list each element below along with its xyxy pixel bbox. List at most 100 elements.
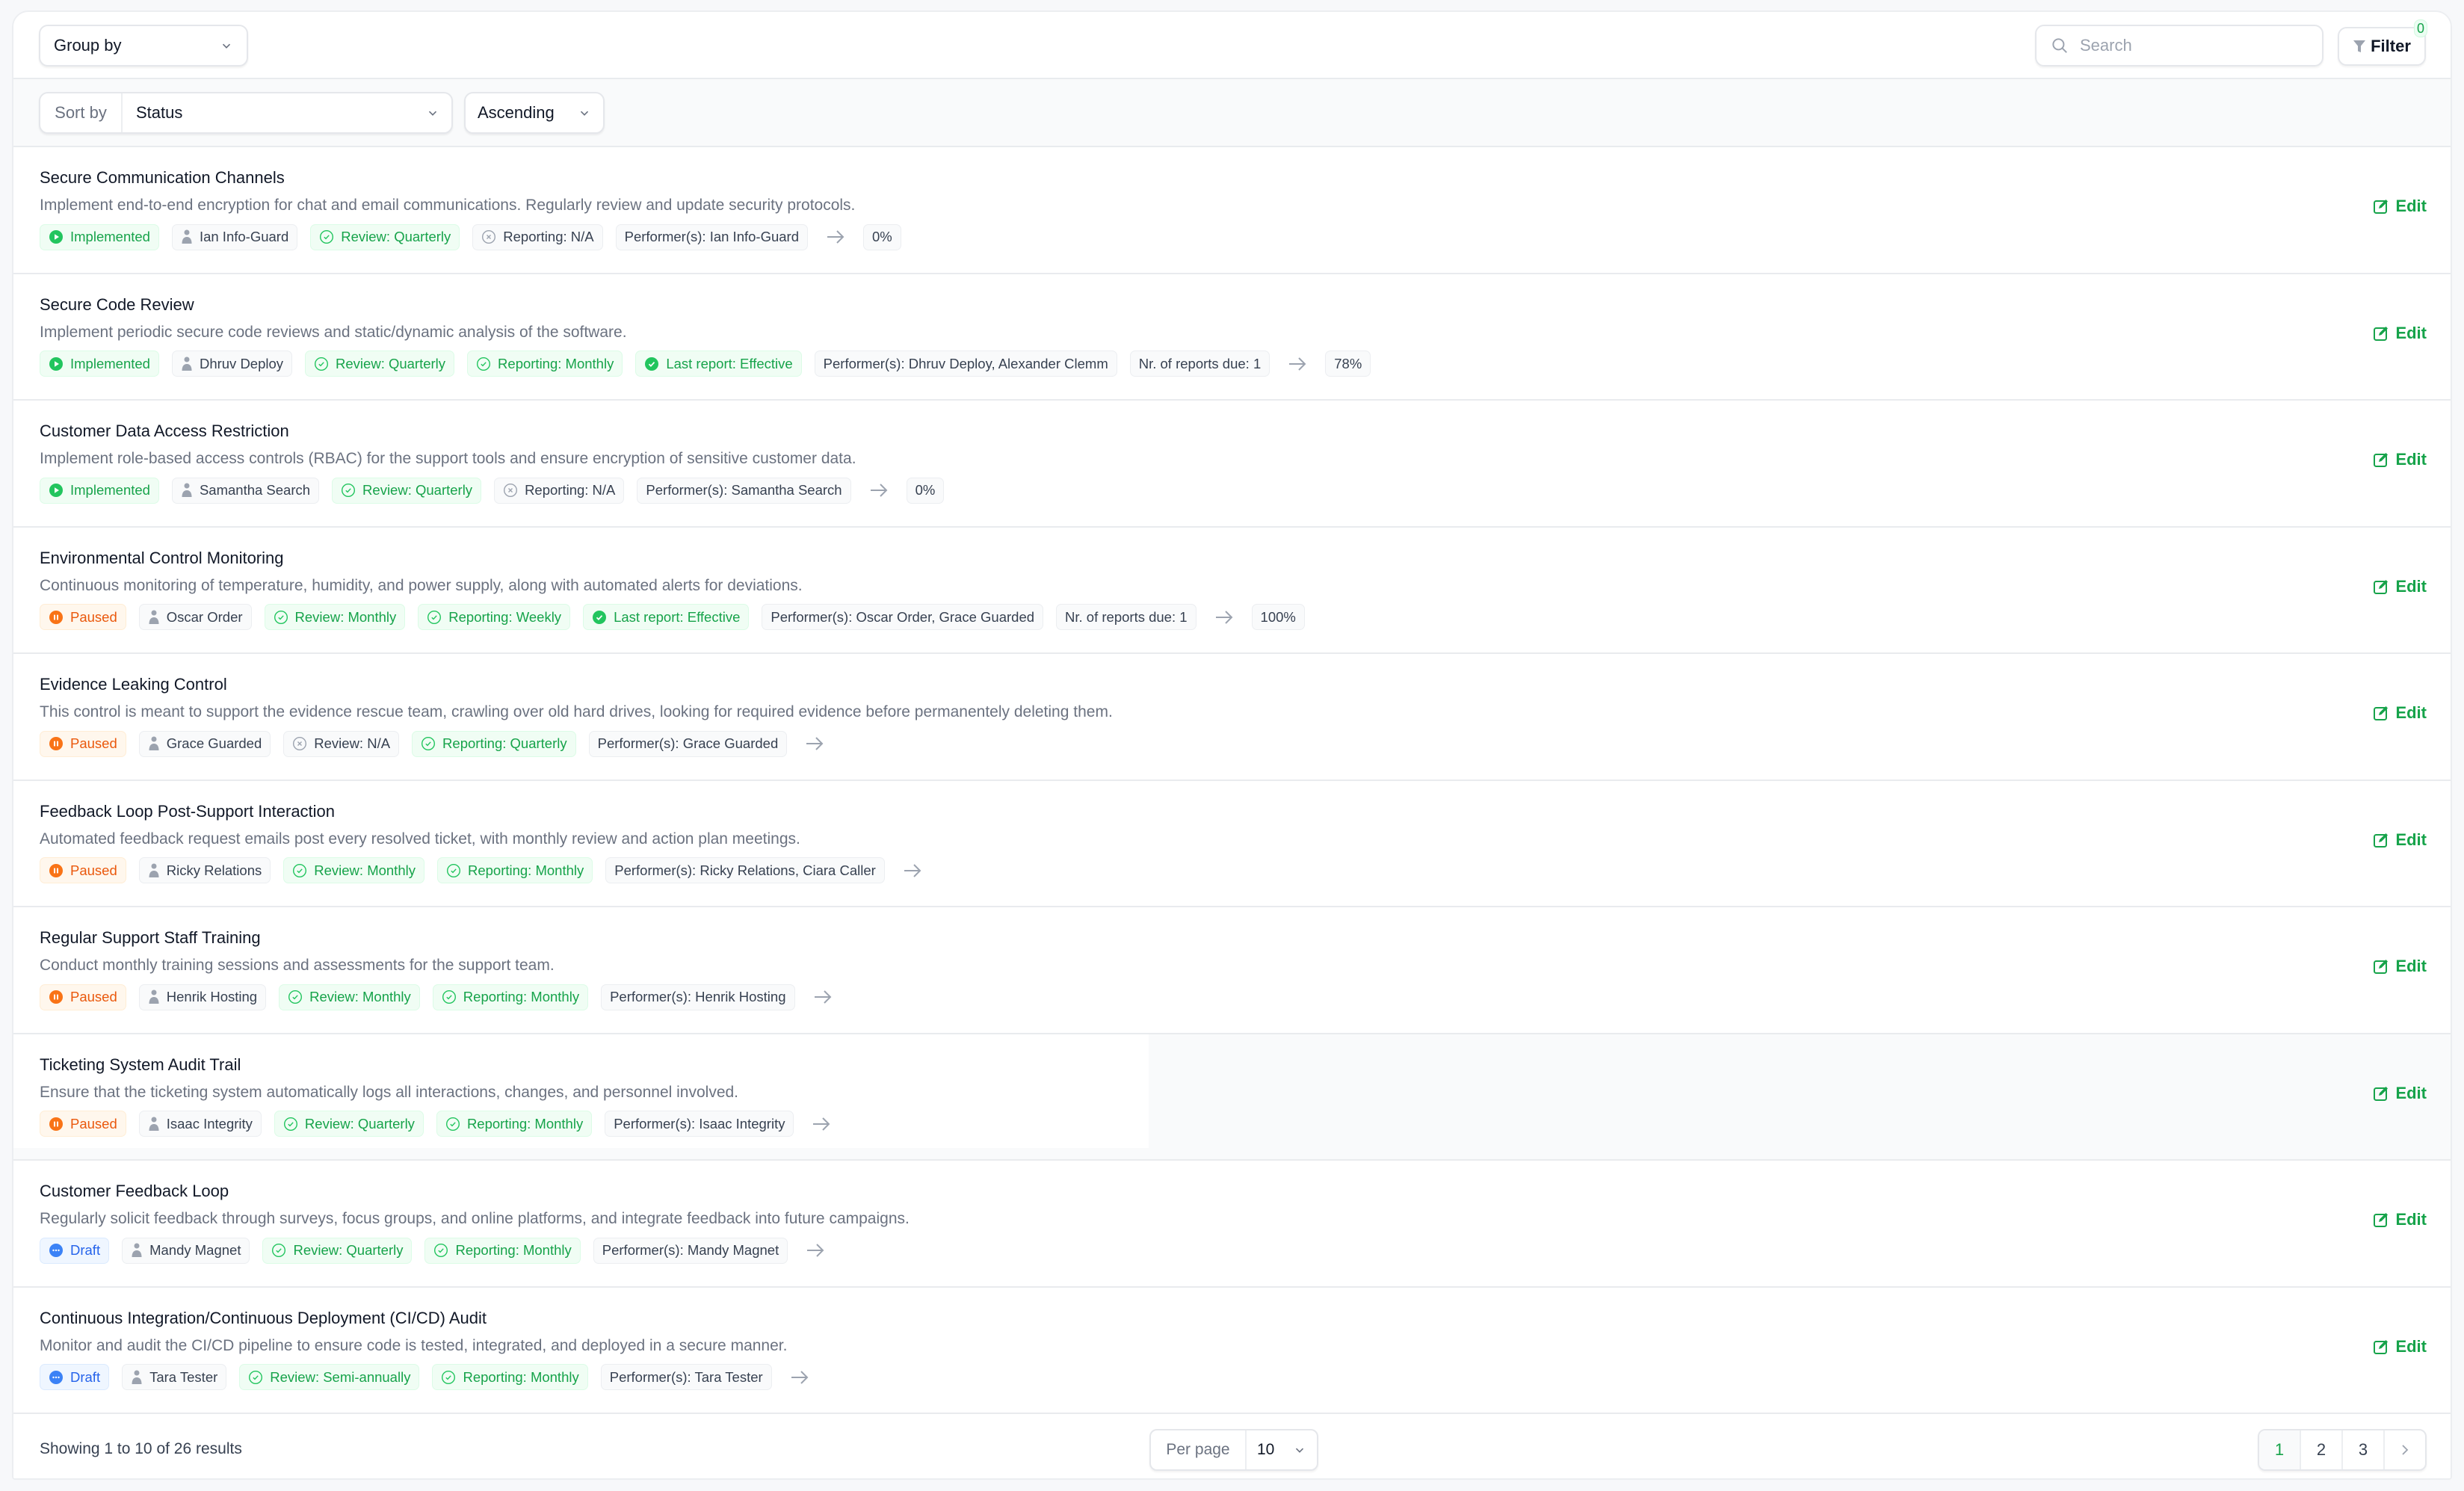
check-circle-icon: [446, 863, 460, 877]
reporting-label: Reporting: N/A: [503, 229, 594, 244]
edit-label: Edit: [2395, 957, 2427, 975]
edit-button[interactable]: Edit: [2373, 1337, 2427, 1356]
performers-chip: Performer(s): Grace Guarded: [588, 730, 788, 757]
search-input[interactable]: [2080, 36, 2304, 55]
check-circle-icon: [288, 990, 303, 1004]
edit-label: Edit: [2395, 1336, 2427, 1356]
reporting-chip: Reporting: Monthly: [424, 1237, 581, 1264]
performers-chip: Performer(s): Tara Tester: [600, 1364, 772, 1390]
performers-label: Performer(s): Ian Info-Guard: [624, 229, 799, 244]
arrow-right-icon: [1289, 356, 1306, 371]
check-circle-icon: [293, 863, 307, 877]
control-row[interactable]: Environmental Control Monitoring Continu…: [13, 527, 2451, 654]
user-icon: [182, 229, 192, 244]
control-row[interactable]: Customer Data Access Restriction Impleme…: [13, 401, 2451, 528]
page-button-2[interactable]: 2: [2301, 1430, 2343, 1469]
control-title[interactable]: Customer Feedback Loop: [40, 1180, 2316, 1203]
arrow-right-icon-wrap: [788, 1365, 812, 1389]
owner-chip: Isaac Integrity: [138, 1111, 262, 1137]
next-page-button[interactable]: [2385, 1430, 2425, 1469]
group-by-label: Group by: [54, 36, 122, 55]
per-page-dropdown[interactable]: Per page 10: [1149, 1429, 1318, 1471]
arrow-right-icon: [813, 1117, 830, 1131]
control-description: Monitor and audit the CI/CD pipeline to …: [40, 1336, 788, 1354]
progress-value: 0%: [915, 482, 936, 498]
search-icon: [2052, 38, 2067, 53]
check-circle-icon: [272, 1243, 286, 1258]
search-field[interactable]: [2035, 25, 2323, 67]
row-content: Continuous Integration/Continuous Deploy…: [40, 1307, 2316, 1391]
filter-button[interactable]: Filter 0: [2338, 19, 2427, 66]
edit-label: Edit: [2395, 323, 2427, 342]
control-title[interactable]: Environmental Control Monitoring: [40, 547, 2316, 569]
owner-name: Ian Info-Guard: [199, 229, 289, 244]
edit-icon: [2374, 960, 2389, 974]
owner-chip: Samantha Search: [171, 477, 320, 504]
control-row[interactable]: Secure Code Review Implement periodic se…: [13, 274, 2451, 401]
performers-chip: Performer(s): Ian Info-Guard: [615, 223, 808, 250]
edit-button[interactable]: Edit: [2373, 1084, 2427, 1103]
edit-label: Edit: [2395, 576, 2427, 596]
reporting-chip: Reporting: Monthly: [467, 351, 623, 377]
status-badge: Paused: [40, 984, 126, 1010]
control-row[interactable]: Regular Support Staff Training Conduct m…: [13, 907, 2451, 1034]
edit-button[interactable]: Edit: [2373, 830, 2427, 850]
check-circle-icon: [442, 1370, 456, 1384]
control-title[interactable]: Secure Code Review: [40, 294, 2316, 316]
edit-button[interactable]: Edit: [2373, 703, 2427, 723]
edit-icon: [2374, 706, 2389, 720]
control-row[interactable]: Evidence Leaking Control This control is…: [13, 654, 2451, 781]
group-by-dropdown[interactable]: Group by: [39, 25, 248, 67]
owner-chip: Grace Guarded: [138, 730, 271, 757]
edit-button[interactable]: Edit: [2373, 577, 2427, 596]
owner-name: Samantha Search: [199, 482, 311, 498]
sort-by-dropdown[interactable]: Sort by Status: [39, 92, 453, 134]
control-row[interactable]: Continuous Integration/Continuous Deploy…: [13, 1287, 2451, 1414]
arrow-right-icon: [791, 1370, 809, 1384]
page-button-3[interactable]: 3: [2343, 1430, 2385, 1469]
edit-label: Edit: [2395, 450, 2427, 469]
control-row[interactable]: Secure Communication Channels Implement …: [13, 147, 2451, 274]
pagination: 1 2 3: [2258, 1429, 2427, 1471]
edit-button[interactable]: Edit: [2373, 197, 2427, 216]
control-title[interactable]: Evidence Leaking Control: [40, 673, 2316, 696]
review-chip: Review: Quarterly: [310, 223, 460, 250]
control-title[interactable]: Customer Data Access Restriction: [40, 420, 2316, 442]
check-circle-icon: [442, 990, 456, 1004]
status-label: Paused: [70, 608, 117, 625]
sort-order-dropdown[interactable]: Ascending: [464, 92, 605, 134]
progress-chip: 100%: [1251, 604, 1305, 630]
edit-button[interactable]: Edit: [2373, 450, 2427, 469]
control-row[interactable]: Customer Feedback Loop Regularly solicit…: [13, 1161, 2451, 1288]
control-row[interactable]: Feedback Loop Post-Support Interaction A…: [13, 780, 2451, 907]
review-label: Review: Quarterly: [304, 1115, 415, 1132]
review-label: Review: Monthly: [309, 989, 411, 1004]
control-title[interactable]: Continuous Integration/Continuous Deploy…: [40, 1307, 2316, 1330]
user-icon: [132, 1370, 142, 1384]
control-title[interactable]: Ticketing System Audit Trail: [40, 1054, 2316, 1076]
arrow-right-icon: [1215, 610, 1232, 624]
play-circle-icon: [49, 356, 63, 371]
edit-button[interactable]: Edit: [2373, 1210, 2427, 1229]
check-circle-icon: [315, 356, 329, 371]
review-chip: Review: Quarterly: [305, 351, 455, 377]
control-title[interactable]: Feedback Loop Post-Support Interaction: [40, 800, 2316, 823]
review-label: Review: Semi-annually: [270, 1368, 411, 1385]
control-title[interactable]: Secure Communication Channels: [40, 167, 2316, 189]
owner-chip: Ian Info-Guard: [171, 223, 298, 250]
control-title[interactable]: Regular Support Staff Training: [40, 927, 2316, 949]
check-circle-icon: [274, 610, 288, 624]
chevron-down-icon: [428, 111, 437, 116]
edit-button[interactable]: Edit: [2373, 324, 2427, 343]
user-icon: [149, 990, 159, 1004]
more-circle-icon: [49, 1244, 63, 1257]
arrow-right-icon: [807, 1244, 824, 1257]
page-button-1[interactable]: 1: [2259, 1430, 2301, 1469]
owner-chip: Ricky Relations: [138, 857, 271, 883]
owner-chip: Dhruv Deploy: [171, 351, 293, 377]
edit-button[interactable]: Edit: [2373, 957, 2427, 976]
control-row[interactable]: Ticketing System Audit Trail Ensure that…: [13, 1034, 2451, 1161]
reporting-chip: Reporting: Monthly: [432, 984, 589, 1010]
user-icon: [149, 736, 159, 750]
chevron-right-icon: [2402, 1445, 2409, 1455]
